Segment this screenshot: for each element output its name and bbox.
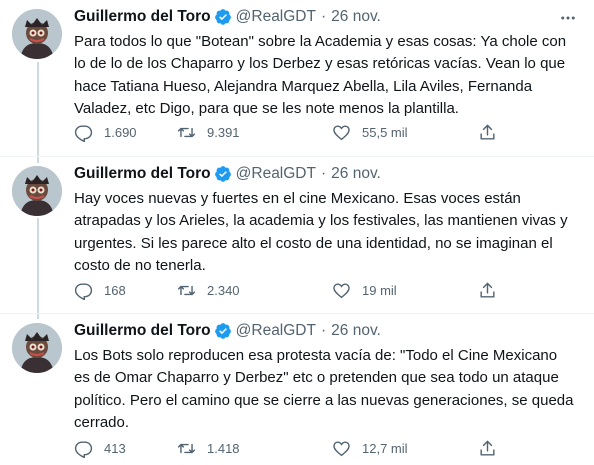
like-count: 12,7 mil [362, 440, 408, 456]
tweet-text-line: Los Bots solo reproducen esa protesta va… [74, 347, 558, 364]
author-handle[interactable]: @RealGDT [236, 8, 316, 26]
retweet-button[interactable]: 9.391 [177, 120, 240, 144]
tweet-text-line: cerrado. [74, 413, 130, 431]
tweet-text-line: político. Pero el camino que se cierre a… [74, 391, 574, 409]
timestamp[interactable]: 26 nov. [331, 8, 381, 26]
heart-icon [333, 440, 350, 456]
retweet-icon [177, 443, 196, 453]
avatar[interactable] [12, 323, 62, 373]
share-icon [480, 440, 495, 456]
timestamp[interactable]: 26 nov. [331, 322, 381, 340]
retweet-count: 1.418 [207, 440, 240, 456]
tweet-text-line: Para todos lo que "Botean" sobre la Acad… [74, 33, 567, 50]
like-count: 19 mil [362, 282, 397, 298]
tweet-text: Los Bots solo reproducen esa protesta va… [74, 345, 584, 434]
heart-icon [333, 282, 350, 298]
share-button[interactable] [478, 120, 497, 144]
share-icon [480, 282, 495, 298]
retweet-icon [177, 127, 196, 137]
reply-count: 1.690 [104, 124, 137, 140]
avatar[interactable] [12, 166, 62, 216]
reply-icon [74, 440, 93, 458]
reply-button[interactable]: 168 [74, 278, 126, 302]
tweet-actions: 413 1.418 12,7 mil [74, 436, 504, 460]
tweet-text-line: costo de no tenerla. [74, 256, 206, 274]
reply-count: 168 [104, 282, 126, 298]
retweet-button[interactable]: 1.418 [177, 436, 240, 460]
tweet-actions: 1.690 9.391 55,5 mil [74, 120, 504, 144]
tweet[interactable]: Guillermo del Toro @RealGDT · 26 nov. Ha… [0, 157, 594, 313]
verified-badge-icon [214, 322, 232, 340]
tweet-text-line: Hay voces nuevas y fuertes en el cine Me… [74, 190, 521, 207]
tweet-text-line: lo de lo de los Chaparro y los Derbez y … [74, 55, 566, 73]
like-button[interactable]: 12,7 mil [332, 436, 408, 460]
share-icon [480, 124, 495, 140]
tweet[interactable]: Guillermo del Toro @RealGDT · 26 nov. Pa… [0, 0, 594, 158]
author-handle[interactable]: @RealGDT [236, 322, 316, 340]
tweet-text: Para todos lo que "Botean" sobre la Acad… [74, 31, 584, 120]
like-count: 55,5 mil [362, 124, 408, 140]
like-button[interactable]: 19 mil [332, 278, 397, 302]
tweet-header: Guillermo del Toro @RealGDT · 26 nov. [74, 163, 381, 185]
author-name[interactable]: Guillermo del Toro [74, 165, 211, 183]
reply-button[interactable]: 1.690 [74, 120, 137, 144]
separator-dot: · [320, 165, 327, 182]
verified-badge-icon [214, 8, 232, 26]
heart-icon [333, 124, 350, 140]
verified-badge-icon [214, 165, 232, 183]
like-button[interactable]: 55,5 mil [332, 120, 408, 144]
timestamp[interactable]: 26 nov. [331, 165, 381, 183]
reply-icon [74, 124, 93, 142]
tweet-text-line: atrapadas y los Arieles, la academia y l… [74, 212, 568, 230]
retweet-icon [177, 285, 196, 295]
avatar[interactable] [12, 9, 62, 59]
author-handle[interactable]: @RealGDT [236, 165, 316, 183]
retweet-count: 9.391 [207, 124, 240, 140]
retweet-count: 2.340 [207, 282, 240, 298]
tweet-header: Guillermo del Toro @RealGDT · 26 nov. [74, 6, 381, 28]
tweet-text-line: es de Omar Chaparro y Derbez" etc o pret… [74, 369, 559, 387]
separator-dot: · [320, 322, 327, 339]
tweet-text: Hay voces nuevas y fuertes en el cine Me… [74, 188, 584, 277]
share-button[interactable] [478, 278, 497, 302]
share-button[interactable] [478, 436, 497, 460]
tweet-text-line: urgentes. Si les parece alto el costo de… [74, 234, 553, 252]
separator-dot: · [320, 8, 327, 25]
reply-icon [74, 282, 93, 300]
tweet-actions: 168 2.340 19 mil [74, 278, 504, 302]
tweet-text-line: Valadez, etc Digo, para que se les note … [74, 99, 459, 117]
tweet[interactable]: Guillermo del Toro @RealGDT · 26 nov. Lo… [0, 314, 594, 465]
author-name[interactable]: Guillermo del Toro [74, 8, 211, 26]
reply-count: 413 [104, 440, 126, 456]
tweet-header: Guillermo del Toro @RealGDT · 26 nov. [74, 320, 381, 342]
retweet-button[interactable]: 2.340 [177, 278, 240, 302]
reply-button[interactable]: 413 [74, 436, 126, 460]
tweet-text-line: hace Tatiana Hueso, Alejandra Marquez Ab… [74, 77, 533, 95]
author-name[interactable]: Guillermo del Toro [74, 322, 211, 340]
more-options-icon[interactable] [556, 6, 580, 30]
